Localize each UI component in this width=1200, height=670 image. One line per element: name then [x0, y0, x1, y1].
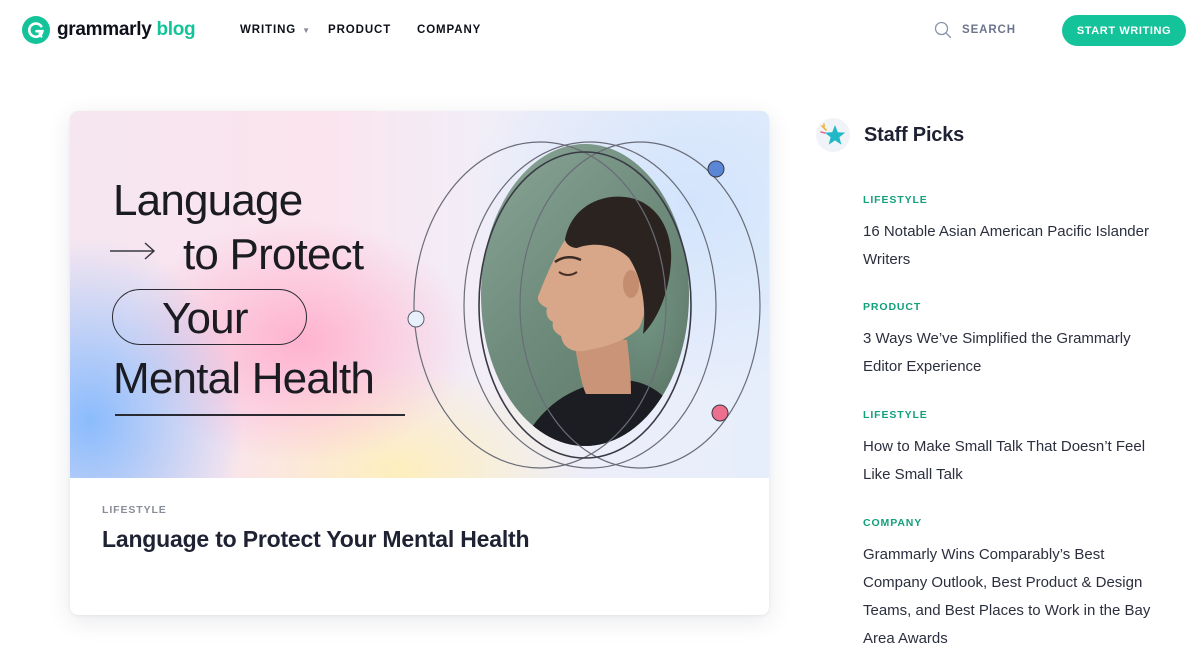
hero-underline: [115, 414, 405, 416]
hero-text-line: to Protect: [183, 230, 364, 279]
nav-company-label: COMPANY: [417, 24, 482, 36]
nav-company[interactable]: COMPANY: [417, 24, 481, 36]
nav-writing-label: WRITING: [240, 24, 297, 36]
nav-writing[interactable]: WRITING ▼: [240, 24, 311, 36]
staff-pick-title[interactable]: 3 Ways We’ve Simplified the Grammarly Ed…: [863, 325, 1163, 381]
site-header: grammarly blog WRITING ▼ PRODUCT COMPANY…: [0, 0, 1200, 62]
staff-pick-title[interactable]: How to Make Small Talk That Doesn’t Feel…: [863, 433, 1163, 489]
hero-text-line: Language: [113, 176, 303, 225]
staff-pick-item[interactable]: LIFESTYLE 16 Notable Asian American Paci…: [863, 194, 1163, 274]
featured-article-card[interactable]: Language to Protect Your Mental Health L…: [70, 111, 769, 615]
hero-text-line: Your: [162, 294, 249, 343]
staff-pick-item[interactable]: COMPANY Grammarly Wins Comparably’s Best…: [863, 517, 1163, 653]
staff-pick-category[interactable]: LIFESTYLE: [863, 409, 1163, 421]
grammarly-blog-logo[interactable]: grammarly blog: [22, 16, 196, 44]
grammarly-logo-icon: [22, 16, 50, 44]
staff-pick-item[interactable]: PRODUCT 3 Ways We’ve Simplified the Gram…: [863, 301, 1163, 381]
article-title[interactable]: Language to Protect Your Mental Health: [102, 526, 530, 553]
arrow-right-icon: [110, 242, 156, 260]
chevron-down-icon: ▼: [302, 25, 311, 35]
staff-picks-heading: Staff Picks: [864, 124, 965, 146]
staff-pick-category[interactable]: LIFESTYLE: [863, 194, 1163, 206]
search-label: SEARCH: [962, 24, 1016, 36]
staff-pick-item[interactable]: LIFESTYLE How to Make Small Talk That Do…: [863, 409, 1163, 489]
article-category: LIFESTYLE: [102, 504, 167, 516]
orbit-rings-graphic: [407, 141, 761, 469]
search-button[interactable]: SEARCH: [934, 21, 1016, 39]
staff-pick-title[interactable]: Grammarly Wins Comparably’s Best Company…: [863, 541, 1163, 653]
staff-pick-category[interactable]: COMPANY: [863, 517, 1163, 529]
nav-product[interactable]: PRODUCT: [328, 24, 391, 36]
star-icon: [816, 118, 850, 152]
featured-hero-image: Language to Protect Your Mental Health: [70, 111, 769, 478]
start-writing-button[interactable]: START WRITING: [1062, 15, 1186, 46]
search-icon: [934, 21, 952, 39]
logo-blog-label: blog: [156, 19, 196, 40]
logo-wordmark: grammarly: [57, 19, 152, 40]
hero-text-line: Mental Health: [113, 354, 375, 403]
nav-product-label: PRODUCT: [328, 24, 392, 36]
staff-pick-category[interactable]: PRODUCT: [863, 301, 1163, 313]
staff-pick-title[interactable]: 16 Notable Asian American Pacific Island…: [863, 218, 1163, 274]
